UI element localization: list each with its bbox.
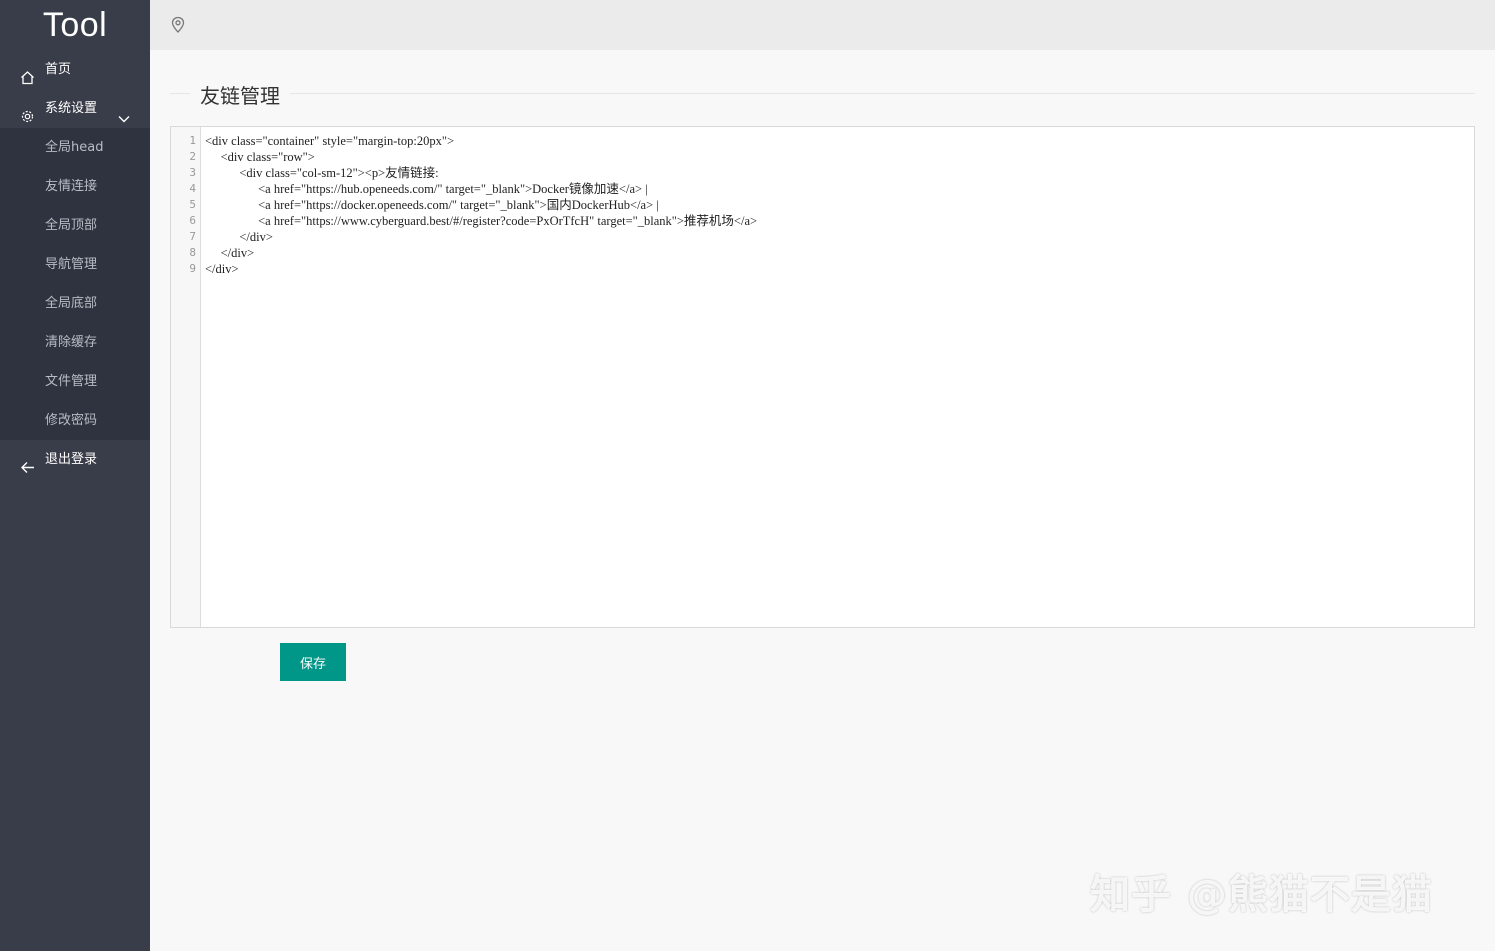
code-line[interactable]: <div class="container" style="margin-top… [205,133,1466,149]
code-line[interactable]: </div> [205,245,1466,261]
arrow-left-icon [20,452,35,473]
line-number: 8 [189,246,196,259]
line-number: 3 [189,166,196,179]
line-number: 7 [189,230,196,243]
top-bar [150,0,1495,50]
settings-submenu: 全局head 友情连接 全局顶部 导航管理 全局底部 清除缓存 文件管理 修改密… [0,128,150,440]
code-line[interactable]: </div> [205,261,1466,277]
line-number: 9 [189,262,196,275]
location-pin-icon[interactable] [170,16,186,34]
code-line[interactable]: <a href="https://www.cyberguard.best/#/r… [205,213,1466,229]
line-number: 4 [189,182,196,195]
sidebar-subitem-clear-cache[interactable]: 清除缓存 [0,323,150,362]
watermark: 知乎 @熊猫不是猫 [1090,872,1433,918]
sidebar-item-logout[interactable]: 退出登录 [0,440,150,479]
title-divider [170,93,1475,94]
sidebar: Tool 首页 系统设置 全局head 友情连接 全局顶部 导航管理 全局底部 … [0,0,150,951]
sidebar-subitem-friend-links[interactable]: 友情连接 [0,167,150,206]
sidebar-subitem-nav[interactable]: 导航管理 [0,245,150,284]
line-number: 6 [189,214,196,227]
code-line[interactable]: </div> [205,229,1466,245]
code-editor[interactable]: 1 2 3 4 5 6 7 8 9 <div class="container"… [170,126,1475,628]
line-number: 1 [189,134,196,147]
sidebar-subitem-top[interactable]: 全局顶部 [0,206,150,245]
line-number: 5 [189,198,196,211]
sidebar-item-label: 系统设置 [45,101,98,116]
code-line[interactable]: <a href="https://hub.openeeds.com/" targ… [205,181,1466,197]
sidebar-item-label: 首页 [45,62,72,77]
sidebar-subitem-files[interactable]: 文件管理 [0,362,150,401]
sidebar-item-settings[interactable]: 系统设置 [0,89,150,128]
sidebar-item-home[interactable]: 首页 [0,50,150,89]
chevron-down-icon[interactable] [118,102,130,123]
page-title-bar: 友链管理 [170,78,1475,109]
save-button[interactable]: 保存 [280,643,346,681]
gear-icon [20,101,35,123]
sidebar-item-label: 退出登录 [45,452,98,467]
sidebar-subitem-head[interactable]: 全局head [0,128,150,167]
app-logo: Tool [42,6,108,44]
home-icon [20,62,35,85]
sidebar-subitem-footer[interactable]: 全局底部 [0,284,150,323]
code-content[interactable]: <div class="container" style="margin-top… [205,133,1466,277]
line-number: 2 [189,150,196,163]
page-title: 友链管理 [190,80,290,109]
code-line[interactable]: <div class="col-sm-12"><p>友情链接: [205,165,1466,181]
line-number-gutter: 1 2 3 4 5 6 7 8 9 [171,127,201,627]
sidebar-subitem-password[interactable]: 修改密码 [0,401,150,440]
code-line[interactable]: <div class="row"> [205,149,1466,165]
code-line[interactable]: <a href="https://docker.openeeds.com/" t… [205,197,1466,213]
